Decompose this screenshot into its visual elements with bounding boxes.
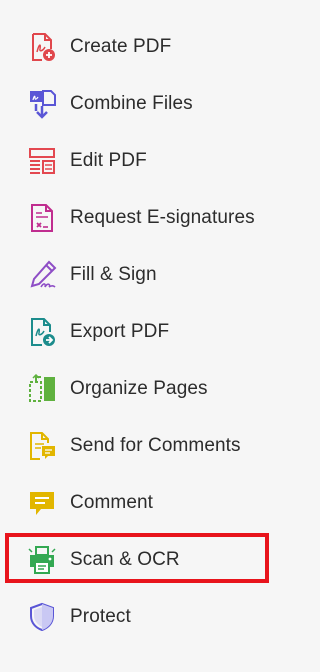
tool-label: Send for Comments xyxy=(70,434,241,456)
fill-sign-icon xyxy=(26,259,58,291)
tool-label: Fill & Sign xyxy=(70,263,157,285)
tool-label: Protect xyxy=(70,605,131,627)
tool-fill-sign[interactable]: Fill & Sign xyxy=(0,246,279,303)
tool-label: Scan & OCR xyxy=(70,548,180,570)
tool-label: Combine Files xyxy=(70,92,193,114)
request-esignature-icon xyxy=(26,202,58,234)
export-pdf-icon xyxy=(26,316,58,348)
tool-export-pdf[interactable]: Export PDF xyxy=(0,303,279,360)
tool-request-esignatures[interactable]: Request E-signatures xyxy=(0,189,279,246)
edit-pdf-icon xyxy=(26,145,58,177)
send-for-comments-icon xyxy=(26,430,58,462)
create-pdf-icon xyxy=(26,31,58,63)
protect-icon xyxy=(26,601,58,633)
tool-label: Organize Pages xyxy=(70,377,208,399)
tool-list: Create PDF Combine Files Edit PDF Reques… xyxy=(0,18,279,645)
tool-label: Create PDF xyxy=(70,35,172,57)
tool-label: Edit PDF xyxy=(70,149,147,171)
organize-pages-icon xyxy=(26,373,58,405)
tool-scan-ocr[interactable]: Scan & OCR xyxy=(0,531,279,588)
tool-combine-files[interactable]: Combine Files xyxy=(0,75,279,132)
tool-send-for-comments[interactable]: Send for Comments xyxy=(0,417,279,474)
combine-files-icon xyxy=(26,88,58,120)
tool-protect[interactable]: Protect xyxy=(0,588,279,645)
comment-icon xyxy=(26,487,58,519)
tool-label: Request E-signatures xyxy=(70,206,255,228)
tool-create-pdf[interactable]: Create PDF xyxy=(0,18,279,75)
tool-label: Comment xyxy=(70,491,154,513)
tool-edit-pdf[interactable]: Edit PDF xyxy=(0,132,279,189)
tool-label: Export PDF xyxy=(70,320,170,342)
scan-ocr-icon xyxy=(26,544,58,576)
tool-comment[interactable]: Comment xyxy=(0,474,279,531)
tool-organize-pages[interactable]: Organize Pages xyxy=(0,360,279,417)
